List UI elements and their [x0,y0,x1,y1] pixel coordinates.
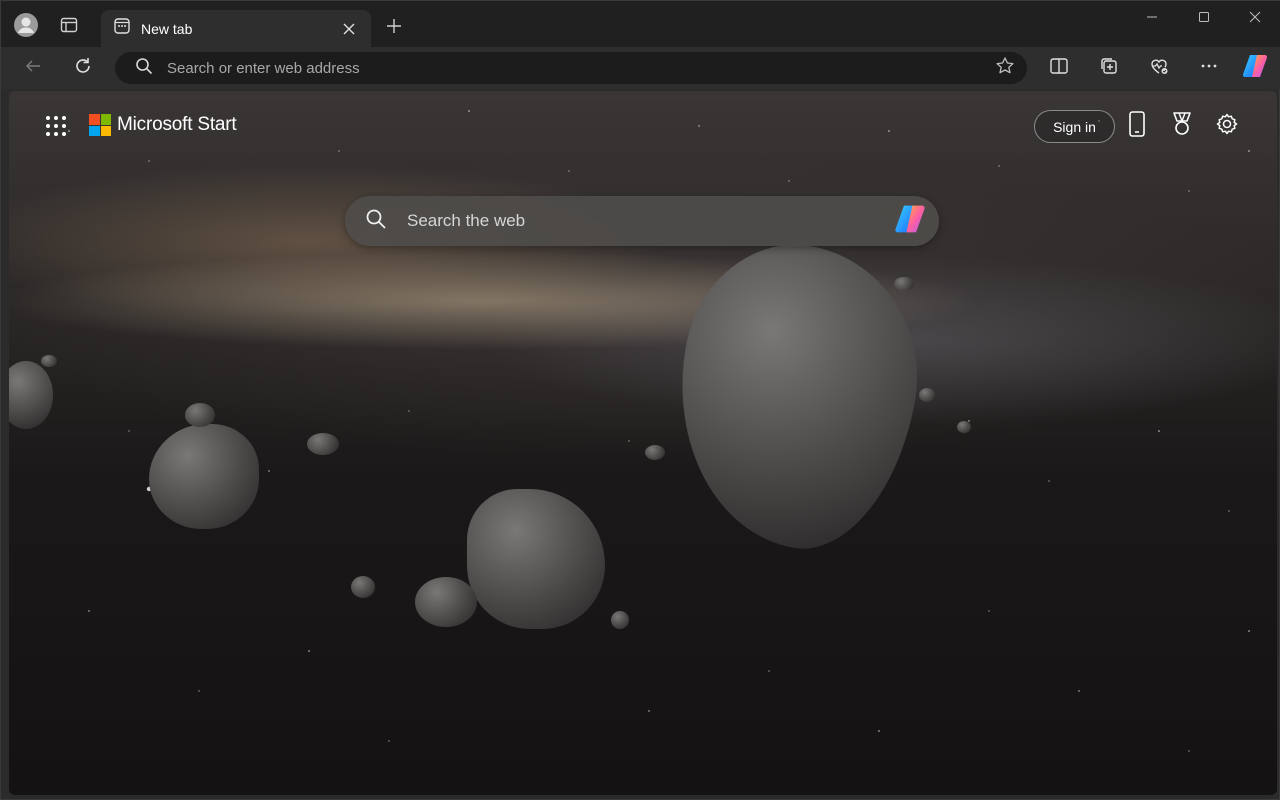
microsoft-start-logo[interactable]: Microsoft Start [89,114,237,136]
new-tab-page-icon [113,17,131,40]
settings-button[interactable] [1210,109,1244,143]
minimize-icon [1146,10,1158,28]
browser-window: New tab Search or enter web address Micr… [0,0,1280,800]
rewards-button[interactable] [1165,109,1199,143]
phone-icon [1128,110,1146,142]
split-screen-icon [1049,56,1069,81]
search-icon [365,208,387,235]
maximize-icon [1198,10,1210,28]
split-screen-button[interactable] [1043,53,1075,83]
maximize-button[interactable] [1178,1,1230,37]
heart-pulse-icon [1149,56,1169,81]
refresh-icon [73,56,93,81]
workspaces-icon[interactable] [54,10,84,40]
asteroid [611,611,629,629]
new-tab-page: Microsoft Start Sign in [9,91,1277,795]
asteroid [149,424,259,529]
collections-button[interactable] [1093,53,1125,83]
app-launcher-button[interactable] [39,111,73,145]
start-header: Microsoft Start Sign in [9,91,1277,161]
brand-name: Microsoft Start [117,114,237,135]
collections-icon [1099,56,1119,81]
asteroid [415,577,477,627]
close-window-button[interactable] [1229,1,1280,37]
asteroid [645,445,665,460]
refresh-button[interactable] [67,53,99,83]
close-icon [1249,10,1261,28]
address-input[interactable] [167,59,995,77]
profile-icon[interactable] [11,10,41,40]
address-bar[interactable] [115,52,1027,84]
sign-in-button[interactable]: Sign in [1034,110,1115,143]
copilot-button[interactable] [1239,53,1271,83]
plus-icon [386,18,402,39]
copilot-icon[interactable] [893,202,927,241]
back-arrow-icon [24,57,42,80]
tab-new-tab[interactable]: New tab [101,10,371,47]
asteroid [894,277,914,291]
phone-button[interactable] [1120,109,1154,143]
web-search-box[interactable] [345,196,939,246]
asteroid [919,388,935,402]
asteroid [185,403,215,427]
asteroid [307,433,339,455]
new-tab-button[interactable] [379,13,409,43]
more-button[interactable] [1193,53,1225,83]
minimize-button[interactable] [1126,1,1178,37]
search-icon [135,57,153,80]
browser-essentials-button[interactable] [1143,53,1175,83]
gear-icon [1215,112,1239,141]
microsoft-logo-icon [89,114,111,136]
close-icon[interactable] [339,19,359,39]
back-button[interactable] [17,53,49,83]
copilot-icon [1241,52,1269,85]
asteroid [41,355,57,367]
asteroid [351,576,375,598]
asteroid [957,421,971,433]
more-icon [1199,56,1219,81]
tab-bar: New tab [1,1,1280,47]
web-search-input[interactable] [407,211,893,231]
star-icon[interactable] [995,56,1015,81]
browser-toolbar [1,47,1280,89]
tab-title: New tab [141,20,193,37]
rewards-icon [1170,111,1194,142]
app-launcher-icon [45,115,67,142]
